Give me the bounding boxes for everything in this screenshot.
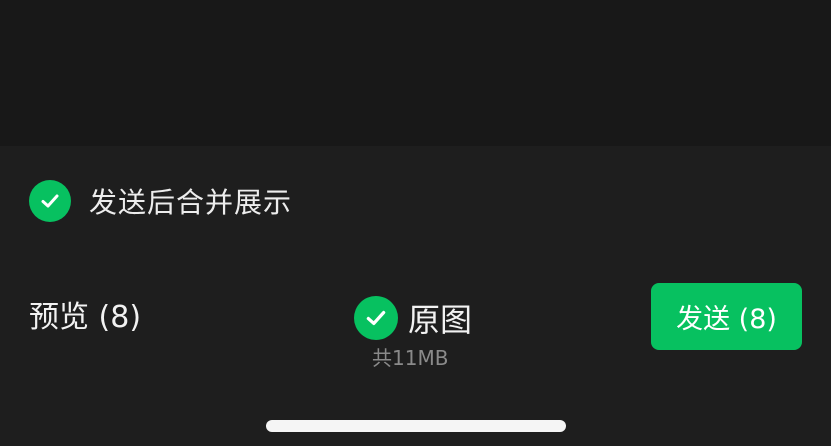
preview-area — [0, 0, 831, 146]
original-image-label: 原图 — [408, 301, 473, 339]
merge-display-option[interactable]: 发送后合并展示 — [29, 180, 292, 222]
original-image-toggle[interactable]: 原图 — [354, 296, 494, 340]
image-send-screen: 发送后合并展示 预览 (8) 原图 共11MB 发送 (8) — [0, 0, 831, 446]
merge-display-label: 发送后合并展示 — [89, 186, 293, 219]
check-circle-icon[interactable] — [354, 296, 398, 340]
original-image-option: 原图 共11MB — [354, 296, 494, 370]
total-size-text: 共11MB — [372, 346, 449, 370]
send-button[interactable]: 发送 (8) — [651, 283, 802, 350]
home-indicator[interactable] — [266, 420, 566, 432]
preview-button[interactable]: 预览 (8) — [29, 296, 141, 340]
check-circle-icon[interactable] — [29, 180, 71, 222]
